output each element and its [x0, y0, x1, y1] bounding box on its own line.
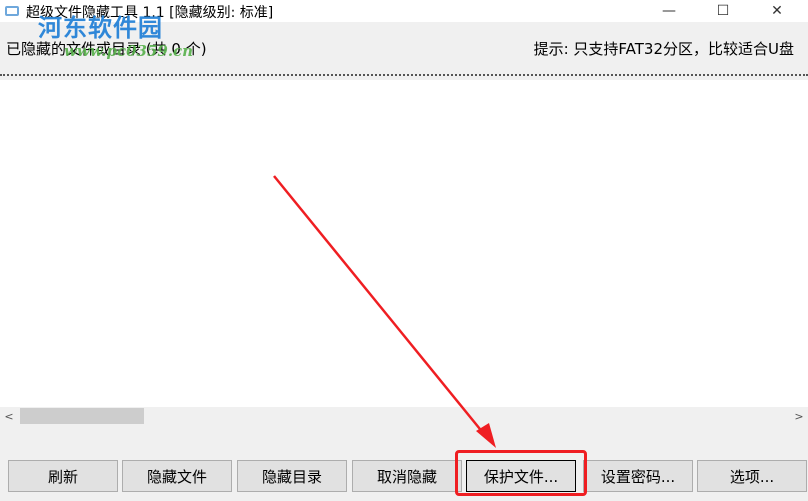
scroll-right-button[interactable]: > — [790, 407, 808, 425]
scroll-left-button[interactable]: < — [0, 407, 18, 425]
hint-text: 提示: 只支持FAT32分区，比较适合U盘 — [533, 40, 794, 58]
hide-file-button[interactable]: 隐藏文件 — [122, 460, 232, 492]
maximize-button[interactable]: ☐ — [700, 0, 746, 22]
refresh-button[interactable]: 刷新 — [8, 460, 118, 492]
close-icon: ✕ — [771, 3, 783, 19]
hide-directory-button[interactable]: 隐藏目录 — [237, 460, 347, 492]
protect-file-button[interactable]: 保护文件... — [466, 460, 576, 492]
close-button[interactable]: ✕ — [754, 0, 800, 22]
minimize-button[interactable]: — — [646, 0, 692, 22]
chevron-right-icon: > — [794, 409, 804, 423]
title-bar: 超级文件隐藏工具 1.1 [隐藏级别: 标准] — ☐ ✕ — [0, 0, 808, 22]
info-bar: 已隐藏的文件或目录 (共 0 个) 提示: 只支持FAT32分区，比较适合U盘 — [0, 36, 808, 60]
minimize-icon: — — [662, 3, 676, 19]
app-icon — [5, 6, 19, 16]
scrollbar-thumb[interactable] — [20, 408, 144, 424]
set-password-button[interactable]: 设置密码... — [583, 460, 693, 492]
hidden-list-label: 已隐藏的文件或目录 (共 0 个) — [6, 40, 207, 58]
chevron-left-icon: < — [4, 409, 14, 423]
maximize-icon: ☐ — [716, 3, 730, 19]
separator — [0, 74, 808, 76]
hidden-files-list[interactable] — [0, 80, 808, 407]
window-title: 超级文件隐藏工具 1.1 [隐藏级别: 标准] — [26, 5, 274, 21]
unhide-button[interactable]: 取消隐藏 — [352, 460, 462, 492]
options-button[interactable]: 选项... — [697, 460, 807, 492]
button-bar: 刷新 隐藏文件 隐藏目录 取消隐藏 保护文件... 设置密码... 选项... — [0, 456, 808, 492]
horizontal-scrollbar[interactable]: < > — [0, 407, 808, 425]
